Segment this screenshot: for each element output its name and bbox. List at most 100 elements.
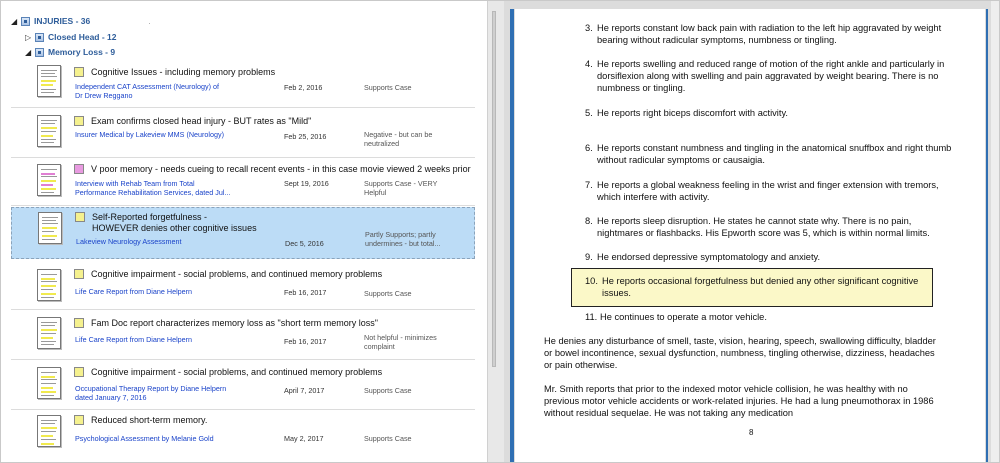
issue-title: V poor memory - needs cueing to recall r… <box>91 164 471 174</box>
list-number: 11. <box>585 312 598 322</box>
document-thumbnail[interactable] <box>38 212 62 244</box>
category-icon <box>35 47 44 57</box>
document-viewer: 3. He reports constant low back pain wit… <box>504 1 999 462</box>
issue-item[interactable]: Cognitive impairment - social problems, … <box>11 260 475 310</box>
issue-title: Reduced short-term memory. <box>91 415 208 425</box>
tree-node-closed-head[interactable]: ▷ Closed Head - 12 <box>25 30 117 44</box>
source-link[interactable]: Life Care Report from Diane Helpern <box>75 287 192 296</box>
issue-item[interactable]: Cognitive Issues - including memory prob… <box>11 58 475 108</box>
document-thumbnail[interactable] <box>37 164 61 196</box>
list-number: 4. <box>585 59 593 69</box>
list-number: 3. <box>585 23 593 33</box>
issue-status: Supports Case <box>364 434 412 443</box>
list-item: 4. He reports swelling and reduced range… <box>585 58 965 98</box>
issue-item[interactable]: Cognitive impairment - social problems, … <box>11 360 475 410</box>
list-text: He reports constant low back pain with r… <box>597 23 942 45</box>
tree-node-label: Closed Head - 12 <box>48 32 117 42</box>
category-icon <box>35 32 44 42</box>
paragraph: He denies any disturbance of smell, tast… <box>544 336 936 370</box>
issues-pane: ◢ INJURIES - 36 . ▷ Closed Head - 12 ◢ M… <box>1 1 487 462</box>
source-link[interactable]: Independent CAT Assessment (Neurology) o… <box>75 82 219 100</box>
list-item: 9. He endorsed depressive symptomatology… <box>585 251 965 265</box>
category-icon <box>21 16 30 26</box>
expand-triangle-icon[interactable]: ▷ <box>25 33 35 42</box>
list-text: He reports a global weakness feeling in … <box>597 180 939 202</box>
issue-date: Feb 2, 2016 <box>284 83 323 92</box>
source-link[interactable]: Occupational Therapy Report by Diane Hel… <box>75 384 226 402</box>
issue-item[interactable]: Fam Doc report characterizes memory loss… <box>11 310 475 360</box>
separator-dot: . <box>148 16 151 26</box>
list-item: 6. He reports constant numbness and ting… <box>585 142 965 170</box>
issue-item[interactable]: Exam confirms closed head injury - BUT r… <box>11 108 475 158</box>
issue-title: Cognitive Issues - including memory prob… <box>91 67 276 77</box>
source-link[interactable]: Insurer Medical by Lakeview MMS (Neurolo… <box>75 130 224 139</box>
source-link[interactable]: Psychological Assessment by Melanie Gold <box>75 434 214 443</box>
tree-node-memory-loss[interactable]: ◢ Memory Loss - 9 <box>25 45 115 59</box>
document-thumbnail[interactable] <box>37 115 61 147</box>
issue-title: Cognitive impairment - social problems, … <box>91 367 383 377</box>
list-text: He reports constant numbness and tinglin… <box>597 143 952 165</box>
issue-date: Sept 19, 2016 <box>284 179 329 188</box>
list-item: 11. He continues to operate a motor vehi… <box>585 311 965 325</box>
issue-title: Exam confirms closed head injury - BUT r… <box>91 116 312 126</box>
issue-status: Supports Case <box>364 83 412 92</box>
issue-status: Supports Case - VERY Helpful <box>364 179 438 197</box>
document-thumbnail[interactable] <box>37 317 61 349</box>
highlight-color-checkbox[interactable] <box>75 212 85 222</box>
highlight-color-checkbox[interactable] <box>74 67 84 77</box>
highlight-color-checkbox[interactable] <box>74 164 84 174</box>
source-link[interactable]: Life Care Report from Diane Helpern <box>75 335 192 344</box>
issue-date: May 2, 2017 <box>284 434 324 443</box>
list-number: 9. <box>585 252 593 262</box>
issue-status: Not helpful - minimizes complaint <box>364 333 437 351</box>
list-number: 7. <box>585 180 593 190</box>
highlight-color-checkbox[interactable] <box>74 116 84 126</box>
list-text: He reports occasional forgetfulness but … <box>602 276 919 298</box>
list-text: He reports swelling and reduced range of… <box>597 59 945 93</box>
issue-title: Cognitive impairment - social problems, … <box>91 269 383 279</box>
viewer-scrollbar[interactable] <box>991 1 999 462</box>
issue-date: Feb 25, 2016 <box>284 132 327 141</box>
list-number: 10. <box>585 276 598 286</box>
issue-title: Fam Doc report characterizes memory loss… <box>91 318 378 328</box>
document-thumbnail[interactable] <box>37 415 61 447</box>
list-item: 7. He reports a global weakness feeling … <box>585 179 965 207</box>
list-text: He continues to operate a motor vehicle. <box>600 312 767 322</box>
collapse-triangle-icon[interactable]: ◢ <box>25 48 35 57</box>
issue-date: Feb 16, 2017 <box>284 288 327 297</box>
issue-date: Dec 5, 2016 <box>285 239 324 248</box>
issue-item[interactable]: Reduced short-term memory. Psychological… <box>11 410 475 461</box>
issue-item-selected[interactable]: Self-Reported forgetfulness - HOWEVER de… <box>11 207 475 259</box>
highlight-color-checkbox[interactable] <box>74 269 84 279</box>
list-number: 6. <box>585 143 593 153</box>
highlight-color-checkbox[interactable] <box>74 367 84 377</box>
collapse-triangle-icon[interactable]: ◢ <box>11 17 21 26</box>
document-thumbnail[interactable] <box>37 367 61 399</box>
page-number: 8 <box>749 428 754 437</box>
highlight-color-checkbox[interactable] <box>74 318 84 328</box>
list-text: He reports right biceps discomfort with … <box>597 108 788 118</box>
paragraph: Mr. Smith reports that prior to the inde… <box>544 384 934 418</box>
list-item: 5. He reports right biceps discomfort wi… <box>585 107 965 121</box>
list-number: 8. <box>585 216 593 226</box>
tree-node-label: INJURIES - 36 <box>34 16 91 26</box>
document-page: 3. He reports constant low back pain wit… <box>515 9 985 462</box>
issue-status: Supports Case <box>364 289 412 298</box>
pane-splitter[interactable] <box>487 1 504 462</box>
page-border-right <box>986 9 988 462</box>
document-thumbnail[interactable] <box>37 65 61 97</box>
page-border-left <box>510 9 514 462</box>
source-link[interactable]: Interview with Rehab Team from Total Per… <box>75 179 230 197</box>
issue-status: Negative - but can be neutralized <box>364 130 433 148</box>
tree-node-label: Memory Loss - 9 <box>48 47 116 57</box>
issue-status: Supports Case <box>364 386 412 395</box>
source-link[interactable]: Lakeview Neurology Assessment <box>76 237 181 246</box>
list-text: He endorsed depressive symptomatology an… <box>597 252 821 262</box>
list-item: 3. He reports constant low back pain wit… <box>585 22 965 52</box>
highlight-color-checkbox[interactable] <box>74 415 84 425</box>
document-thumbnail[interactable] <box>37 269 61 301</box>
splitter-grip[interactable] <box>492 11 496 367</box>
issue-status: Partly Supports; partly undermines - but… <box>365 230 441 248</box>
issue-item[interactable]: V poor memory - needs cueing to recall r… <box>11 158 475 206</box>
tree-node-injuries[interactable]: ◢ INJURIES - 36 . <box>11 14 151 28</box>
